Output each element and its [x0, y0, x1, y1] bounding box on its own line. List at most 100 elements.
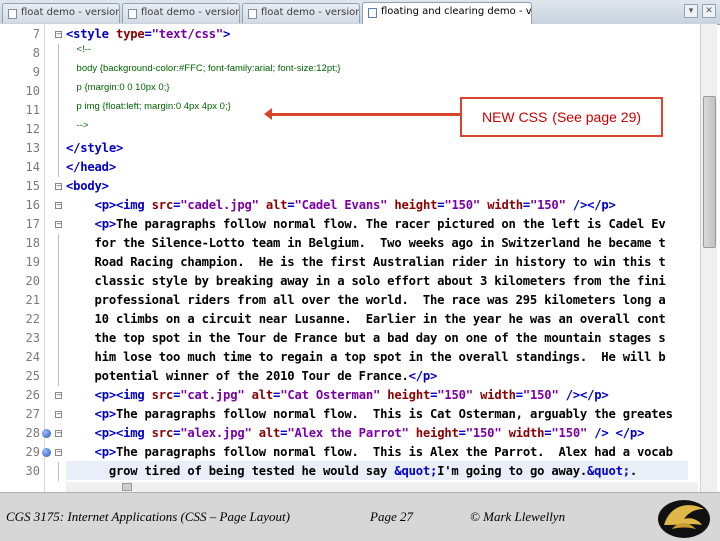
- code-line[interactable]: 30 grow tired of being tested he would s…: [0, 462, 700, 481]
- code-token: "Cadel Evans": [294, 198, 388, 212]
- line-number: 13: [25, 141, 40, 155]
- code-line[interactable]: 24 him lose too much time to regain a to…: [0, 348, 700, 367]
- code-text: p {margin:0 0 10px 0;}: [66, 82, 170, 93]
- html-file-icon: [368, 8, 377, 18]
- code-token: professional riders from all over the wo…: [66, 293, 666, 307]
- code-line[interactable]: 14 </head>: [0, 158, 700, 177]
- code-line[interactable]: 28− <p><img src="alex.jpg" alt="Alex the…: [0, 424, 700, 443]
- code-line[interactable]: 25 potential winner of the 2010 Tour de …: [0, 367, 700, 386]
- breakpoint-marker-icon[interactable]: [42, 429, 51, 438]
- code-text: <p>The paragraphs follow normal flow. Th…: [66, 405, 673, 424]
- tab-floating-clearing-demo[interactable]: floating and clearing demo - version 1.h…: [362, 2, 532, 24]
- horizontal-scrollbar[interactable]: [66, 482, 698, 492]
- code-token: height: [394, 198, 438, 212]
- fold-toggle-icon[interactable]: −: [55, 202, 62, 209]
- code-token: </head>: [66, 160, 116, 174]
- code-token: "text/css": [151, 27, 224, 41]
- code-token: <body>: [66, 179, 109, 193]
- code-text: Road Racing champion. He is the first Au…: [66, 253, 666, 272]
- code-editor[interactable]: 7− <style type="text/css"> 8 <!-- 9 body {b…: [0, 24, 700, 492]
- fold-guide-line: [58, 253, 59, 272]
- code-token: "150": [551, 426, 588, 440]
- code-token: alt: [251, 388, 274, 402]
- fold-toggle-icon[interactable]: −: [55, 392, 62, 399]
- fold-guide-line: [58, 367, 59, 386]
- code-line[interactable]: 17 − <p>The paragraphs follow normal flow…: [0, 215, 700, 234]
- code-text: professional riders from all over the wo…: [66, 291, 666, 310]
- code-token: /> </p>: [594, 426, 645, 440]
- code-line[interactable]: 27 − <p>The paragraphs follow normal flow…: [0, 405, 700, 424]
- code-token: =: [144, 27, 152, 41]
- code-line[interactable]: 21 professional riders from all over the…: [0, 291, 700, 310]
- fold-guide-line: [58, 158, 59, 177]
- code-text: </head>: [66, 158, 116, 177]
- fold-toggle-icon[interactable]: −: [55, 411, 62, 418]
- code-token: "Alex the Parrot": [287, 426, 409, 440]
- code-text: <style type="text/css">: [66, 25, 230, 44]
- tab-label: float demo - version 4.html: [21, 7, 120, 18]
- breakpoint-marker-icon[interactable]: [42, 448, 51, 457]
- code-token: type: [115, 27, 145, 41]
- line-number: 16: [25, 198, 40, 212]
- fold-toggle-icon[interactable]: −: [55, 430, 62, 437]
- code-line[interactable]: 26− <p><img src="cat.jpg" alt="Cat Oster…: [0, 386, 700, 405]
- line-number: 9: [32, 65, 40, 79]
- code-token: </p>: [408, 369, 438, 383]
- code-token: The paragraphs follow normal flow. This …: [115, 407, 673, 421]
- fold-toggle-icon[interactable]: −: [55, 183, 62, 190]
- fold-guide-line: [58, 234, 59, 253]
- code-line[interactable]: 22 10 climbs on a circuit near Lusanne. …: [0, 310, 700, 329]
- code-token: height: [387, 388, 431, 402]
- line-number: 8: [32, 46, 40, 60]
- vertical-scroll-thumb[interactable]: [703, 96, 716, 248]
- code-token: grow tired of being tested he would say: [66, 464, 395, 478]
- tab-float-demo-v3a[interactable]: float demo - version 3.html: [122, 3, 240, 23]
- code-line[interactable]: 9 body {background-color:#FFC; font-fami…: [0, 63, 700, 82]
- fold-toggle-icon[interactable]: −: [55, 31, 62, 38]
- code-token: width: [508, 426, 545, 440]
- tab-float-demo-v3b[interactable]: float demo - version 3.html: [242, 3, 360, 23]
- code-token: alt: [265, 198, 288, 212]
- fold-guide-line: [58, 82, 59, 101]
- code-line[interactable]: 23 the top spot in the Tour de France bu…: [0, 329, 700, 348]
- code-line[interactable]: 8 <!--: [0, 44, 700, 63]
- code-line[interactable]: 15 − <body>: [0, 177, 700, 196]
- callout-arrow-head: [264, 108, 272, 120]
- line-number: 15: [25, 179, 40, 193]
- callout-arrow-line: [268, 113, 460, 116]
- code-line[interactable]: 7 − <style type="text/css">: [0, 25, 700, 44]
- horizontal-scroll-thumb[interactable]: [122, 483, 132, 491]
- code-text: classic style by breaking away in a solo…: [66, 272, 666, 291]
- code-line[interactable]: 18 for the Silence-Lotto team in Belgium…: [0, 234, 700, 253]
- code-line[interactable]: 13 </style>: [0, 139, 700, 158]
- tab-float-demo-v4[interactable]: float demo - version 4.html: [2, 3, 120, 23]
- code-text: him lose too much time to regain a top s…: [66, 348, 666, 367]
- code-token: .: [629, 464, 638, 478]
- code-token: the top spot in the Tour de France but a…: [66, 331, 666, 345]
- close-tab-icon[interactable]: ✕: [702, 4, 716, 18]
- vertical-scrollbar[interactable]: [700, 24, 717, 492]
- code-text: body {background-color:#FFC; font-family…: [66, 63, 341, 74]
- fold-toggle-icon[interactable]: −: [55, 221, 62, 228]
- code-token: src: [151, 426, 174, 440]
- fold-toggle-icon[interactable]: −: [55, 449, 62, 456]
- line-number: 11: [25, 103, 40, 117]
- code-token: <p>: [94, 407, 117, 421]
- html-file-icon: [8, 9, 17, 19]
- code-line[interactable]: 16− <p><img src="cadel.jpg" alt="Cadel E…: [0, 196, 700, 215]
- code-line[interactable]: 20 classic style by breaking away in a s…: [0, 272, 700, 291]
- tab-list-dropdown-icon[interactable]: ▾: [684, 4, 698, 18]
- code-text: p img {float:left; margin:0 4px 4px 0;}: [66, 101, 231, 112]
- code-token: The paragraphs follow normal flow. This …: [115, 445, 673, 459]
- code-token: him lose too much time to regain a top s…: [66, 350, 666, 364]
- code-token: /></p>: [572, 198, 616, 212]
- line-number: 17: [25, 217, 40, 231]
- code-line[interactable]: 29 − <p>The paragraphs follow normal flow…: [0, 443, 700, 462]
- code-line[interactable]: 19 Road Racing champion. He is the first…: [0, 253, 700, 272]
